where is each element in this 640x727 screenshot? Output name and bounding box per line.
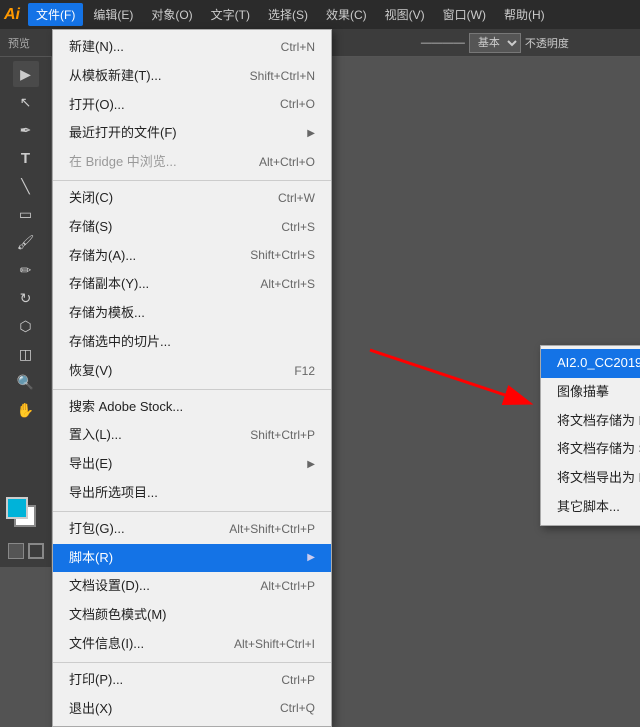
menu-item-export-selected[interactable]: 导出所选项目...	[53, 479, 331, 508]
menu-help[interactable]: 帮助(H)	[496, 3, 553, 26]
scripts-submenu: AI2.0_CC2019_64 图像描摹 将文档存储为 PDF 将文档存储为 S…	[540, 345, 640, 526]
tool-rotate[interactable]: ↻	[13, 285, 39, 311]
menu-select[interactable]: 选择(S)	[260, 3, 316, 26]
menu-file[interactable]: 文件(F)	[28, 3, 83, 26]
tool-zoom[interactable]: 🔍	[13, 369, 39, 395]
menu-object[interactable]: 对象(O)	[143, 3, 200, 26]
tool-pen[interactable]: ✒	[13, 117, 39, 143]
menu-item-package[interactable]: 打包(G)... Alt+Shift+Ctrl+P	[53, 515, 331, 544]
menu-item-revert[interactable]: 恢复(V) F12	[53, 357, 331, 386]
menu-item-new[interactable]: 新建(N)... Ctrl+N	[53, 33, 331, 62]
menu-item-save-as[interactable]: 存储为(A)... Shift+Ctrl+S	[53, 242, 331, 271]
submenu-item-ai2-script[interactable]: AI2.0_CC2019_64	[541, 349, 640, 378]
menu-item-save-copy[interactable]: 存储副本(Y)... Alt+Ctrl+S	[53, 270, 331, 299]
menu-item-bridge[interactable]: 在 Bridge 中浏览... Alt+Ctrl+O	[53, 148, 331, 177]
menu-item-file-info[interactable]: 文件信息(I)... Alt+Shift+Ctrl+I	[53, 630, 331, 659]
menu-item-export[interactable]: 导出(E) ▶	[53, 450, 331, 479]
tool-direct-select[interactable]: ↖	[13, 89, 39, 115]
tool-paintbrush[interactable]: 🖌	[13, 229, 39, 255]
color-swatches	[6, 497, 46, 537]
menu-item-save-template[interactable]: 存储为模板...	[53, 299, 331, 328]
menu-text[interactable]: 文字(T)	[203, 3, 258, 26]
menu-item-close[interactable]: 关闭(C) Ctrl+W	[53, 184, 331, 213]
app-logo: Ai	[4, 6, 20, 24]
menu-bar: Ai 文件(F) 编辑(E) 对象(O) 文字(T) 选择(S) 效果(C) 视…	[0, 0, 640, 29]
submenu-item-other-scripts[interactable]: 其它脚本... Ctrl+F12	[541, 493, 640, 522]
toolbar-preset-label: ————	[421, 37, 465, 49]
menu-item-recent[interactable]: 最近打开的文件(F) ▶	[53, 119, 331, 148]
menu-item-print[interactable]: 打印(P)... Ctrl+P	[53, 666, 331, 695]
menu-effect[interactable]: 效果(C)	[318, 3, 375, 26]
tool-pencil[interactable]: ✏	[13, 257, 39, 283]
fill-icon[interactable]	[8, 543, 24, 559]
toolbar-preset-select[interactable]: 基本	[469, 33, 521, 53]
tool-gradient[interactable]: ◫	[13, 341, 39, 367]
tool-rectangle[interactable]: ▭	[13, 201, 39, 227]
toolbar-preview-label: 预览	[8, 35, 30, 51]
foreground-swatch[interactable]	[6, 497, 28, 519]
menu-item-open[interactable]: 打开(O)... Ctrl+O	[53, 91, 331, 120]
menu-item-scripts[interactable]: 脚本(R) ▶	[53, 544, 331, 573]
menu-view[interactable]: 视图(V)	[377, 3, 433, 26]
menu-item-document-setup[interactable]: 文档设置(D)... Alt+Ctrl+P	[53, 572, 331, 601]
tool-hand[interactable]: ✋	[13, 397, 39, 423]
tool-select[interactable]: ▶	[13, 61, 39, 87]
toolbar-opacity-label: 不透明度	[525, 35, 569, 51]
menu-items: 文件(F) 编辑(E) 对象(O) 文字(T) 选择(S) 效果(C) 视图(V…	[28, 3, 553, 26]
menu-edit[interactable]: 编辑(E)	[85, 3, 141, 26]
menu-item-exit[interactable]: 退出(X) Ctrl+Q	[53, 695, 331, 724]
menu-item-document-color[interactable]: 文档颜色模式(M)	[53, 601, 331, 630]
separator-2	[53, 389, 331, 390]
menu-window[interactable]: 窗口(W)	[435, 3, 494, 26]
submenu-item-image-trace[interactable]: 图像描摹	[541, 378, 640, 407]
tool-type[interactable]: T	[13, 145, 39, 171]
separator-1	[53, 180, 331, 181]
menu-item-adobe-stock[interactable]: 搜索 Adobe Stock...	[53, 393, 331, 422]
tool-blend[interactable]: ⬡	[13, 313, 39, 339]
file-dropdown-menu: 新建(N)... Ctrl+N 从模板新建(T)... Shift+Ctrl+N…	[52, 29, 332, 727]
submenu-item-save-svg[interactable]: 将文档存储为 SVG	[541, 435, 640, 464]
submenu-item-export-flash[interactable]: 将文档导出为 Flash	[541, 464, 640, 493]
menu-item-new-from-template[interactable]: 从模板新建(T)... Shift+Ctrl+N	[53, 62, 331, 91]
menu-item-save-slices[interactable]: 存储选中的切片...	[53, 328, 331, 357]
left-panel: ▶ ↖ ✒ T ╲ ▭ 🖌 ✏ ↻ ⬡ ◫ 🔍 ✋	[0, 57, 52, 567]
fill-stroke-icons	[8, 543, 44, 559]
tool-line[interactable]: ╲	[13, 173, 39, 199]
separator-3	[53, 511, 331, 512]
menu-item-place[interactable]: 置入(L)... Shift+Ctrl+P	[53, 421, 331, 450]
stroke-icon[interactable]	[28, 543, 44, 559]
submenu-item-save-pdf[interactable]: 将文档存储为 PDF	[541, 407, 640, 436]
separator-4	[53, 662, 331, 663]
menu-item-save[interactable]: 存储(S) Ctrl+S	[53, 213, 331, 242]
